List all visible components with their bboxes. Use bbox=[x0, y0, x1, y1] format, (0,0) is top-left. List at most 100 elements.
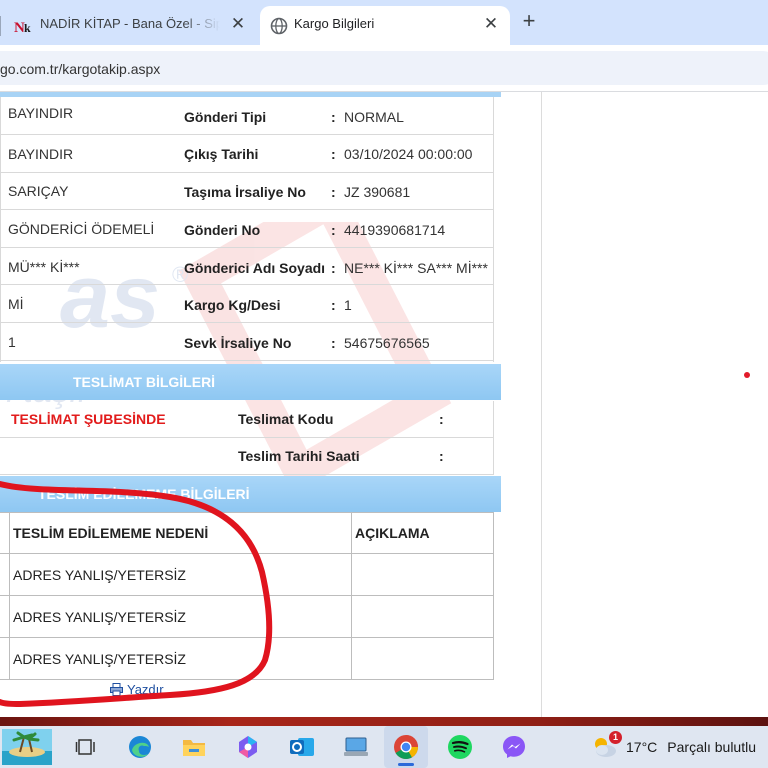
info-value: NE*** Kİ*** SA*** Mİ*** bbox=[344, 260, 488, 276]
section-title: TESLİM EDİLEMEME BİLGİLERİ bbox=[38, 486, 250, 502]
task-view-icon[interactable] bbox=[64, 726, 108, 768]
info-label: Çıkış Tarihi bbox=[184, 146, 259, 162]
info-label: Kargo Kg/Desi bbox=[184, 297, 281, 313]
tab-nadir-kitap[interactable]: N k NADİR KİTAP - Bana Özel - Sipariş ✕ bbox=[0, 6, 256, 45]
delivery-colon: : bbox=[439, 448, 444, 464]
delivery-row-date: Teslim Tarihi Saati : bbox=[0, 438, 494, 475]
delivery-row-code: TESLİMAT ŞUBESİNDE Teslimat Kodu : bbox=[0, 401, 494, 438]
edge-icon[interactable] bbox=[118, 726, 162, 768]
island-wallpaper-widget[interactable] bbox=[0, 726, 54, 768]
partly-cloudy-icon: 1 bbox=[590, 731, 622, 761]
close-tab-icon[interactable]: ✕ bbox=[228, 14, 248, 34]
info-left-value: MÜ*** Kİ*** bbox=[8, 259, 80, 275]
weather-widget[interactable]: 1 17°C Parçalı bulutlu bbox=[590, 726, 756, 768]
print-link[interactable]: Yazdır bbox=[110, 682, 164, 697]
browser-tab-strip: N k NADİR KİTAP - Bana Özel - Sipariş ✕ … bbox=[0, 0, 768, 45]
chrome-glyph bbox=[394, 735, 418, 760]
info-left-value: BAYINDIR bbox=[8, 105, 74, 121]
delivery-info-header: TESLİMAT BİLGİLERİ bbox=[0, 364, 501, 400]
edge-glyph bbox=[129, 736, 151, 758]
weather-temperature: 17°C bbox=[626, 739, 658, 755]
info-value: 54675676565 bbox=[344, 335, 430, 351]
info-value: JZ 390681 bbox=[344, 184, 411, 200]
info-colon: : bbox=[331, 109, 336, 125]
printer-icon bbox=[110, 683, 123, 696]
task-view-glyph bbox=[75, 739, 95, 755]
windows-taskbar: 1 17°C Parçalı bulutlu bbox=[0, 726, 768, 768]
info-colon: : bbox=[331, 146, 336, 162]
info-label: Sevk İrsaliye No bbox=[184, 335, 292, 351]
table-row: ADRES YANLIŞ/YETERSİZ bbox=[0, 554, 494, 596]
section-title: TESLİMAT BİLGİLERİ bbox=[73, 374, 216, 390]
globe-icon bbox=[270, 17, 288, 35]
reason-cell: ADRES YANLIŞ/YETERSİZ bbox=[13, 609, 186, 625]
info-label: Gönderi No bbox=[184, 222, 261, 238]
outlook-icon[interactable] bbox=[280, 726, 324, 768]
info-colon: : bbox=[331, 184, 336, 200]
table-row: ADRES YANLIŞ/YETERSİZ bbox=[0, 596, 494, 638]
info-left-value: 1 bbox=[8, 334, 16, 350]
mouse-pointer-dot bbox=[744, 372, 750, 378]
close-tab-icon[interactable]: ✕ bbox=[481, 14, 501, 34]
tab-title: Kargo Bilgileri bbox=[294, 16, 375, 31]
spotify-icon[interactable] bbox=[438, 726, 482, 768]
delivery-code-label: Teslimat Kodu bbox=[238, 411, 334, 427]
reason-cell: ADRES YANLIŞ/YETERSİZ bbox=[13, 651, 186, 667]
messenger-glyph bbox=[503, 736, 525, 758]
messenger-icon[interactable] bbox=[492, 726, 536, 768]
new-tab-button[interactable]: + bbox=[518, 9, 540, 33]
info-row-waybill-no: SARIÇAY Taşıma İrsaliye No : JZ 390681 bbox=[0, 172, 494, 210]
browser-toolbar: go.com.tr/kargotakip.aspx bbox=[0, 45, 768, 91]
column-header-reason: TESLİM EDİLEMEME NEDENİ bbox=[13, 525, 209, 541]
url-text[interactable]: go.com.tr/kargotakip.aspx bbox=[0, 61, 160, 77]
chrome-icon[interactable] bbox=[384, 726, 428, 768]
info-label: Gönderici Adı Soyadı bbox=[184, 260, 326, 276]
info-label: Taşıma İrsaliye No bbox=[184, 184, 306, 200]
info-left-value: Mİ bbox=[8, 296, 24, 312]
info-colon: : bbox=[331, 297, 336, 313]
file-explorer-icon[interactable] bbox=[172, 726, 216, 768]
nadir-kitap-logo-icon: N k bbox=[14, 20, 31, 35]
folder-glyph bbox=[183, 740, 205, 756]
page-content: as ® n taşır BAYINDIR Gönderi Tipi : NOR… bbox=[0, 92, 768, 717]
info-row-sender-name: MÜ*** Kİ*** Gönderici Adı Soyadı : NE***… bbox=[0, 247, 494, 285]
reason-cell: ADRES YANLIŞ/YETERSİZ bbox=[13, 567, 186, 583]
info-value: 03/10/2024 00:00:00 bbox=[344, 146, 473, 162]
info-row-dispatch-no: 1 Sevk İrsaliye No : 54675676565 bbox=[0, 323, 494, 361]
tab-separator bbox=[0, 16, 1, 36]
computer-glyph bbox=[344, 737, 368, 756]
non-delivery-info-header: TESLİM EDİLEMEME BİLGİLERİ bbox=[0, 476, 501, 512]
info-value: 4419390681714 bbox=[344, 222, 446, 238]
right-blank-panel bbox=[541, 92, 768, 717]
active-app-indicator bbox=[398, 763, 414, 766]
spotify-glyph bbox=[448, 735, 472, 759]
this-pc-icon[interactable] bbox=[334, 726, 378, 768]
delivery-status: TESLİMAT ŞUBESİNDE bbox=[11, 411, 166, 427]
desktop-wallpaper-strip bbox=[0, 717, 768, 726]
print-link-label: Yazdır bbox=[127, 682, 164, 697]
column-header-description: AÇIKLAMA bbox=[355, 525, 430, 541]
delivery-colon: : bbox=[439, 411, 444, 427]
copilot-glyph bbox=[239, 736, 257, 758]
island-icon bbox=[2, 729, 52, 765]
info-left-value: SARIÇAY bbox=[8, 183, 69, 199]
table-row: ADRES YANLIŞ/YETERSİZ bbox=[0, 638, 494, 680]
delivery-date-label: Teslim Tarihi Saati bbox=[238, 448, 360, 464]
info-row-weight: Mİ Kargo Kg/Desi : 1 bbox=[0, 285, 494, 323]
weather-condition: Parçalı bulutlu bbox=[667, 739, 756, 755]
notification-badge: 1 bbox=[609, 731, 622, 744]
info-label: Gönderi Tipi bbox=[184, 109, 267, 125]
copilot-icon[interactable] bbox=[226, 726, 270, 768]
info-value: NORMAL bbox=[344, 109, 404, 125]
info-left-value: GÖNDERİCİ ÖDEMELİ bbox=[8, 221, 155, 237]
info-colon: : bbox=[331, 335, 336, 351]
svg-text:k: k bbox=[24, 21, 31, 35]
info-colon: : bbox=[331, 260, 336, 276]
tab-kargo-bilgileri[interactable]: Kargo Bilgileri ✕ bbox=[260, 6, 510, 45]
tab-title: NADİR KİTAP - Bana Özel - Sipariş bbox=[40, 16, 220, 31]
non-delivery-table: TESLİM EDİLEMEME NEDENİ AÇIKLAMA ADRES Y… bbox=[0, 512, 494, 680]
info-row-shipment-type: BAYINDIR Gönderi Tipi : NORMAL bbox=[0, 97, 494, 135]
info-colon: : bbox=[331, 222, 336, 238]
info-left-value: BAYINDIR bbox=[8, 146, 74, 162]
info-row-departure-date: BAYINDIR Çıkış Tarihi : 03/10/2024 00:00… bbox=[0, 135, 494, 173]
